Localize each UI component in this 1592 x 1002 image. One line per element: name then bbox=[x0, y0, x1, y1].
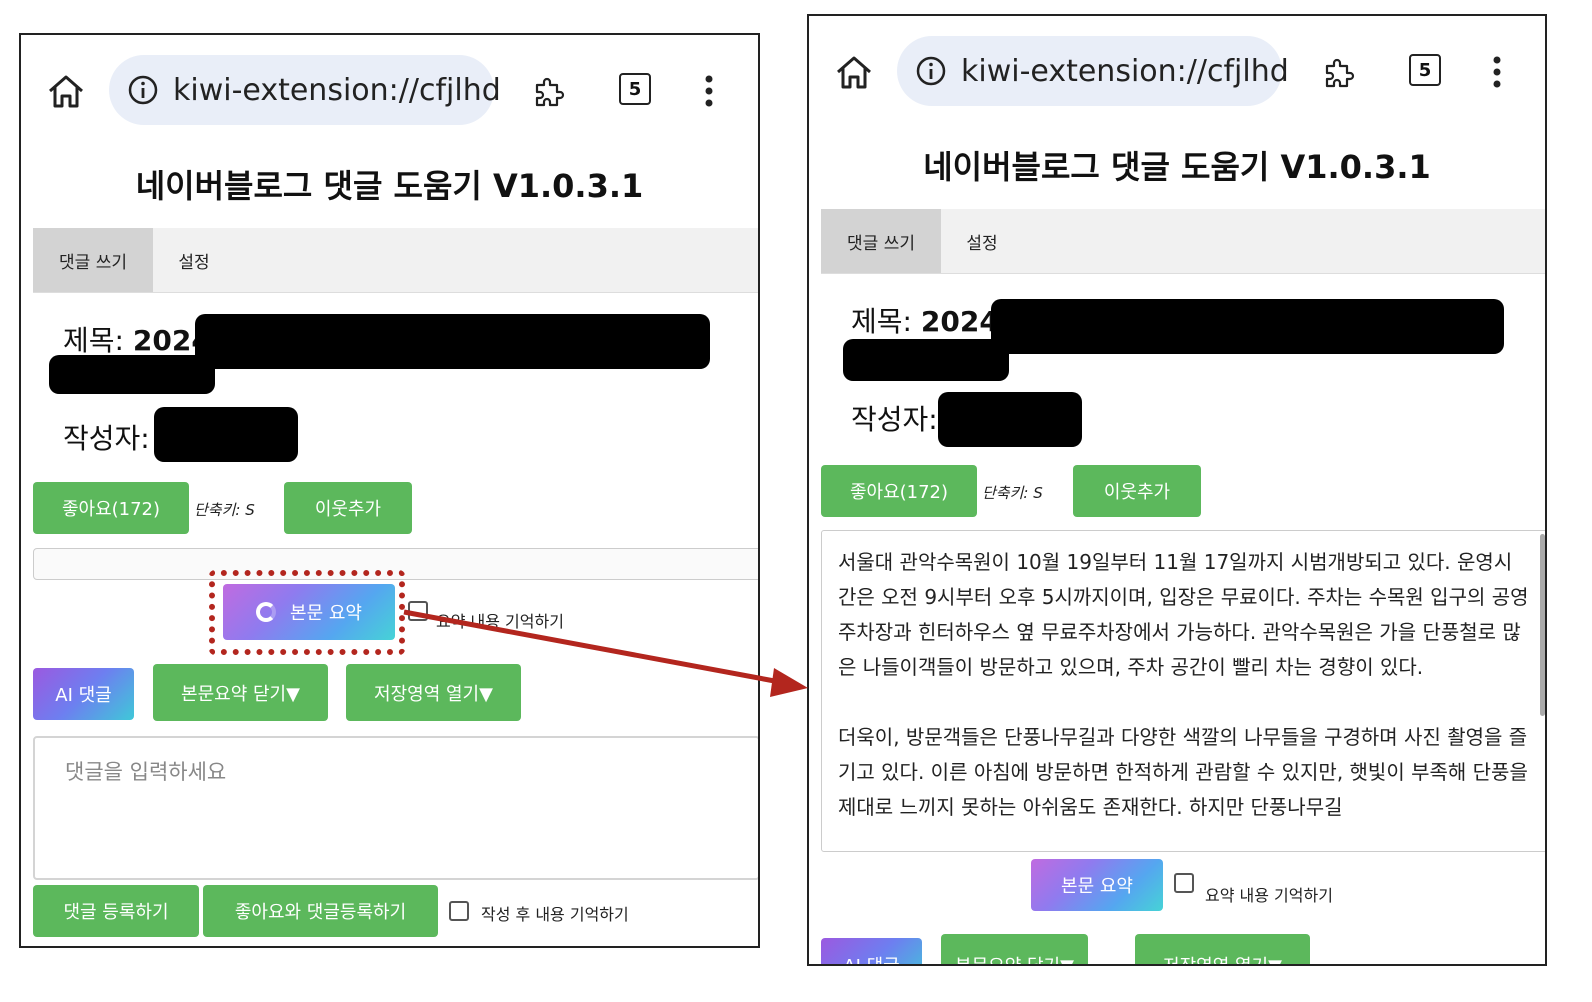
app-title: 네이버블로그 댓글 도움기 V1.0.3.1 bbox=[135, 167, 644, 205]
open-storage-button[interactable]: 저장영역 열기▼ bbox=[346, 664, 521, 721]
add-neighbor-button[interactable]: 이웃추가 bbox=[1073, 465, 1201, 517]
right-screenshot: kiwi-extension://cfjlhd 5 네이버블로그 댓글 도움기 … bbox=[807, 14, 1547, 966]
post-title: 제목: 2024 bbox=[851, 300, 999, 340]
tab-write-comment[interactable]: 댓글 쓰기 bbox=[33, 228, 153, 292]
remember-after-write-checkbox[interactable] bbox=[449, 901, 469, 921]
like-button[interactable]: 좋아요(172) bbox=[33, 482, 189, 534]
close-summary-button[interactable]: 본문요약 닫기▼ bbox=[153, 664, 328, 721]
shortcut-hint: 단축키: S bbox=[982, 484, 1043, 502]
more-menu-icon[interactable] bbox=[699, 71, 719, 111]
author-label: 작성자: bbox=[63, 422, 150, 455]
post-title-label: 제목: bbox=[851, 305, 912, 338]
tab-count-icon[interactable]: 5 bbox=[619, 73, 651, 105]
remember-summary-checkbox[interactable] bbox=[408, 601, 428, 621]
summary-paragraph-1: 서울대 관악수목원이 10월 19일부터 11월 17일까지 시범개방되고 있다… bbox=[838, 550, 1529, 679]
summary-text-box[interactable]: 서울대 관악수목원이 10월 19일부터 11월 17일까지 시범개방되고 있다… bbox=[821, 530, 1545, 852]
redacted-title-block bbox=[991, 299, 1504, 354]
address-bar[interactable]: kiwi-extension://cfjlhd bbox=[109, 55, 501, 125]
address-bar[interactable]: kiwi-extension://cfjlhd bbox=[897, 36, 1289, 106]
url-text: kiwi-extension://cfjlhd bbox=[173, 72, 501, 108]
add-neighbor-button[interactable]: 이웃추가 bbox=[284, 482, 412, 534]
comment-input[interactable]: 댓글을 입력하세요 bbox=[33, 736, 758, 880]
tab-write-comment[interactable]: 댓글 쓰기 bbox=[821, 209, 941, 273]
info-icon[interactable] bbox=[915, 55, 947, 87]
remember-summary-label: 요약 내용 기억하기 bbox=[1205, 886, 1333, 905]
tab-bar: 댓글 쓰기 설정 bbox=[821, 209, 1545, 274]
home-icon[interactable] bbox=[43, 71, 89, 111]
home-icon[interactable] bbox=[831, 52, 877, 92]
tab-count: 5 bbox=[628, 78, 642, 100]
shortcut-hint: 단축키: S bbox=[194, 501, 255, 519]
app-title: 네이버블로그 댓글 도움기 V1.0.3.1 bbox=[923, 148, 1431, 186]
info-icon[interactable] bbox=[127, 74, 159, 106]
remember-summary-checkbox[interactable] bbox=[1174, 873, 1194, 893]
tab-bar: 댓글 쓰기 설정 bbox=[33, 228, 758, 293]
open-storage-button[interactable]: 저장영역 열기▼ bbox=[1135, 934, 1310, 964]
ai-comment-button[interactable]: AI 댓글 bbox=[33, 668, 134, 720]
tab-settings[interactable]: 설정 bbox=[941, 209, 1023, 273]
redacted-title-block-2 bbox=[843, 339, 1009, 381]
summary-button-label: 본문 요약 bbox=[1061, 876, 1133, 897]
redacted-author bbox=[154, 407, 298, 462]
redacted-author bbox=[938, 392, 1082, 447]
remember-after-write-label: 작성 후 내용 기억하기 bbox=[481, 905, 629, 924]
remember-summary-label: 요약 내용 기억하기 bbox=[436, 612, 564, 631]
summary-paragraph-2: 더욱이, 방문객들은 단풍나무길과 다양한 색깔의 나무들을 구경하며 사진 촬… bbox=[838, 725, 1528, 819]
like-button[interactable]: 좋아요(172) bbox=[821, 465, 977, 517]
author-label: 작성자: bbox=[851, 403, 938, 436]
register-comment-button[interactable]: 댓글 등록하기 bbox=[33, 885, 199, 937]
redacted-title-block bbox=[195, 314, 710, 369]
ai-comment-button[interactable]: AI 댓글 bbox=[821, 938, 922, 964]
more-menu-icon[interactable] bbox=[1487, 52, 1507, 92]
left-screenshot: kiwi-extension://cfjlhd 5 네이버블로그 댓글 도움기 … bbox=[19, 33, 760, 948]
redacted-title-block-2 bbox=[49, 355, 215, 394]
summary-button[interactable]: 본문 요약 bbox=[223, 584, 395, 640]
post-title-label: 제목: bbox=[63, 324, 124, 357]
loading-spinner-icon bbox=[256, 602, 277, 622]
url-text: kiwi-extension://cfjlhd bbox=[961, 53, 1289, 89]
tab-count: 5 bbox=[1418, 59, 1432, 81]
extensions-puzzle-icon[interactable] bbox=[529, 71, 569, 111]
summary-button[interactable]: 본문 요약 bbox=[1031, 859, 1163, 911]
post-title-value: 2024 bbox=[920, 305, 999, 338]
post-title: 제목: 2024 bbox=[63, 319, 211, 359]
summary-button-label: 본문 요약 bbox=[290, 603, 362, 624]
close-summary-button[interactable]: 본문요약 닫기▼ bbox=[941, 934, 1088, 964]
like-and-register-button[interactable]: 좋아요와 댓글등록하기 bbox=[203, 885, 438, 937]
tab-settings[interactable]: 설정 bbox=[153, 228, 235, 292]
extensions-puzzle-icon[interactable] bbox=[1319, 52, 1359, 92]
tab-count-icon[interactable]: 5 bbox=[1409, 54, 1441, 86]
summary-scrollbar[interactable] bbox=[1540, 534, 1545, 716]
